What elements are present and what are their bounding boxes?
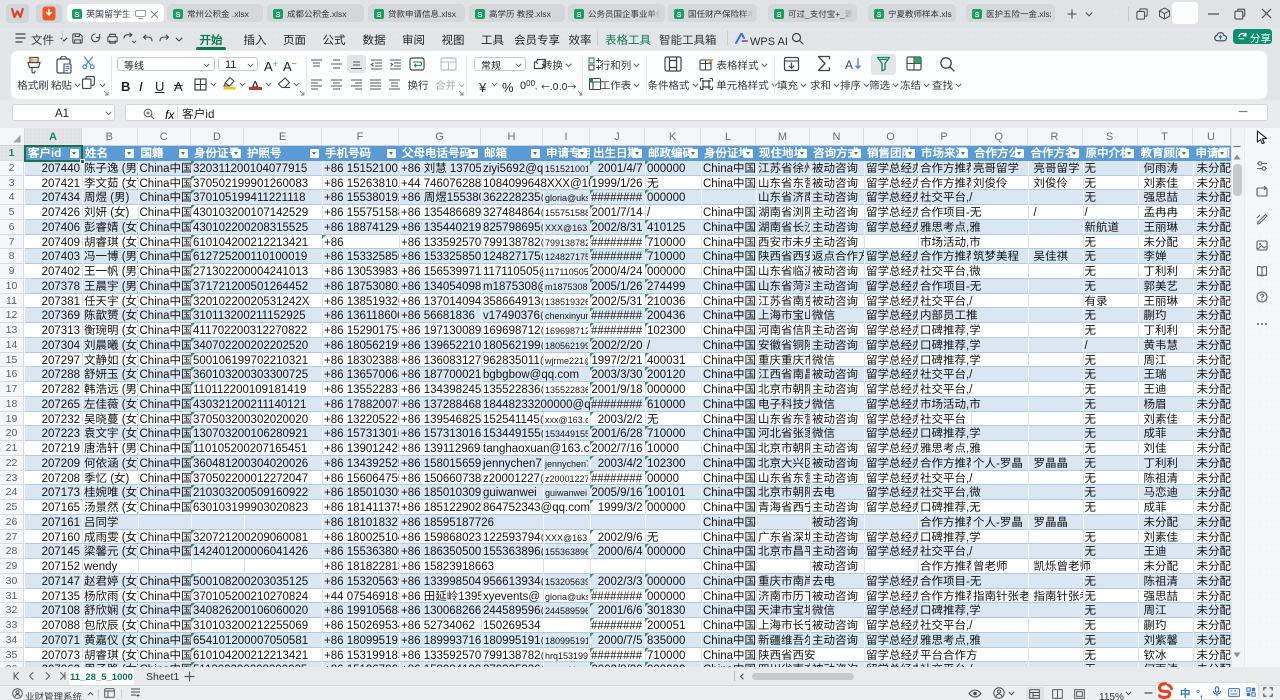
svg-text:S: S bbox=[676, 9, 681, 18]
svg-text:S: S bbox=[175, 9, 180, 18]
svg-text:S: S bbox=[776, 9, 781, 18]
svg-text:S: S bbox=[477, 9, 482, 18]
svg-text:S: S bbox=[376, 9, 381, 18]
svg-text:A: A bbox=[845, 58, 853, 72]
svg-text:S: S bbox=[74, 9, 79, 18]
svg-text:S: S bbox=[876, 9, 881, 18]
svg-text:S: S bbox=[275, 9, 280, 18]
svg-text:S: S bbox=[974, 9, 979, 18]
svg-text:S: S bbox=[576, 9, 581, 18]
